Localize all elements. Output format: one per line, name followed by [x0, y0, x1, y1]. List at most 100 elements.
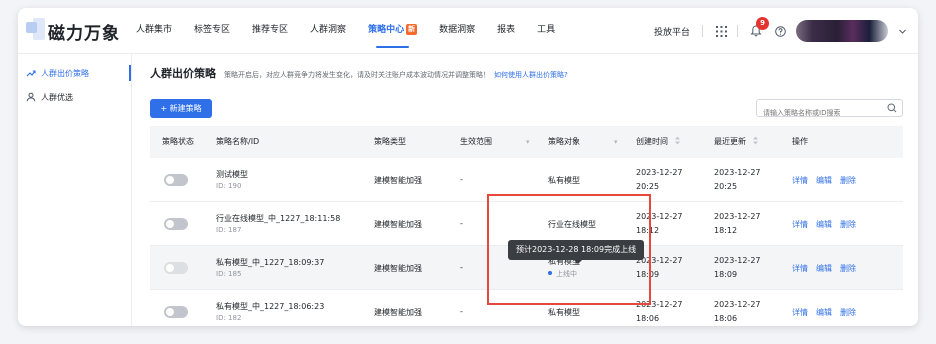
trend-icon	[26, 70, 36, 77]
col-scope: 生效范围	[460, 137, 492, 146]
annotation-highlight-box	[487, 194, 651, 305]
sidebar: 人群出价策略 人群优选	[18, 54, 132, 326]
new-strategy-button[interactable]: + 新建策略	[150, 99, 212, 118]
nav-item-strategy-center[interactable]: 策略中心新	[368, 8, 418, 54]
delete-link[interactable]: 删除	[840, 264, 856, 273]
edit-link[interactable]: 编辑	[816, 308, 832, 317]
created-time: 20:25	[636, 182, 660, 191]
detail-link[interactable]: 详情	[792, 220, 808, 229]
strategy-name: 私有模型_中_1227_18:09:37	[216, 258, 325, 267]
strategy-type: 建模智能加强	[374, 176, 422, 185]
new-badge: 新	[406, 24, 418, 35]
apps-grid-icon[interactable]	[713, 23, 729, 39]
page-description: 策略开启后，对应人群竞争力将发生变化，请及时关注账户成本波动情况并调整策略！	[224, 71, 490, 79]
bell-icon[interactable]: 9	[748, 17, 769, 39]
sidebar-item-crowd-optimize[interactable]: 人群优选	[18, 86, 131, 108]
col-object: 策略对象	[548, 137, 580, 146]
strategy-name: 测试模型	[216, 170, 248, 179]
row-actions: 详情 编辑 删除	[792, 307, 864, 318]
updated-date: 2023-12-27	[714, 256, 761, 265]
page-header: 人群出价策略 策略开启后，对应人群竞争力将发生变化，请及时关注账户成本波动情况并…	[150, 65, 568, 81]
edit-link[interactable]: 编辑	[816, 264, 832, 273]
page-title: 人群出价策略	[150, 67, 216, 80]
edit-link[interactable]: 编辑	[816, 176, 832, 185]
sort-icon[interactable]	[674, 136, 681, 145]
nav-item-data-insight[interactable]: 数据洞察	[439, 8, 475, 54]
col-created[interactable]: 创建时间	[636, 126, 681, 158]
edit-link[interactable]: 编辑	[816, 220, 832, 229]
strategy-type: 建模智能加强	[374, 264, 422, 273]
updated-date: 2023-12-27	[714, 168, 761, 177]
logo[interactable]: 磁力万象	[26, 18, 120, 44]
sort-icon[interactable]	[752, 136, 759, 145]
sidebar-item-label: 人群出价策略	[41, 68, 89, 78]
sidebar-item-label: 人群优选	[41, 92, 73, 102]
nav-item-crowd-insight[interactable]: 人群洞察	[310, 8, 346, 54]
row-actions: 详情 编辑 删除	[792, 175, 864, 186]
created-date: 2023-12-27	[636, 168, 683, 177]
strategy-name: 私有模型_中_1227_18:06:23	[216, 302, 325, 311]
created-time: 18:06	[636, 314, 660, 323]
updated-time: 18:06	[714, 314, 738, 323]
user-avatar[interactable]	[796, 20, 888, 42]
updated-date: 2023-12-27	[714, 212, 761, 221]
chevron-down-icon[interactable]	[894, 23, 910, 39]
col-name: 策略名称/ID	[216, 137, 260, 146]
delete-link[interactable]: 删除	[840, 308, 856, 317]
strategy-name: 行业在线模型_中_1227_18:11:58	[216, 214, 341, 223]
col-type: 策略类型	[374, 137, 406, 146]
search-icon[interactable]	[887, 103, 897, 113]
strategy-id: ID: 185	[216, 270, 242, 278]
status-toggle[interactable]	[164, 262, 188, 274]
detail-link[interactable]: 详情	[792, 264, 808, 273]
divider	[737, 25, 738, 37]
strategy-scope: -	[460, 263, 463, 272]
help-icon[interactable]	[772, 23, 788, 39]
help-link[interactable]: 如何使用人群出价策略?	[494, 70, 568, 80]
strategy-object: 私有模型	[548, 308, 580, 317]
col-updated[interactable]: 最近更新	[714, 126, 759, 158]
col-updated-label: 最近更新	[714, 137, 746, 146]
nav-right: 投放平台 9	[654, 8, 918, 54]
updated-time: 18:09	[714, 270, 738, 279]
delete-link[interactable]: 删除	[840, 176, 856, 185]
strategy-scope: -	[460, 307, 463, 316]
strategy-type: 建模智能加强	[374, 220, 422, 229]
status-toggle[interactable]	[164, 174, 188, 186]
status-toggle[interactable]	[164, 218, 188, 230]
ad-platform-link[interactable]: 投放平台	[654, 25, 690, 38]
nav-item-tag-zone[interactable]: 标签专区	[194, 8, 230, 54]
people-icon	[26, 92, 36, 102]
strategy-id: ID: 182	[216, 314, 242, 322]
nav-menu: 人群集市 标签专区 推荐专区 人群洞察 策略中心新 数据洞察 报表 工具	[136, 8, 577, 54]
strategy-id: ID: 190	[216, 182, 242, 190]
divider	[702, 25, 703, 37]
delete-link[interactable]: 删除	[840, 220, 856, 229]
col-status: 策略状态	[162, 137, 194, 146]
col-ops: 操作	[792, 137, 808, 146]
row-actions: 详情 编辑 删除	[792, 219, 864, 230]
strategy-scope: -	[460, 175, 463, 184]
col-created-label: 创建时间	[636, 137, 668, 146]
nav-item-reports[interactable]: 报表	[497, 8, 515, 54]
status-toggle[interactable]	[164, 306, 188, 318]
strategy-type: 建模智能加强	[374, 308, 422, 317]
search-box[interactable]	[756, 99, 903, 121]
detail-link[interactable]: 详情	[792, 308, 808, 317]
updated-date: 2023-12-27	[714, 300, 761, 309]
row-actions: 详情 编辑 删除	[792, 263, 864, 274]
nav-item-crowd-market[interactable]: 人群集市	[136, 8, 172, 54]
strategy-id: ID: 187	[216, 226, 242, 234]
strategy-object: 私有模型	[548, 176, 580, 185]
search-input[interactable]	[757, 105, 877, 121]
nav-item-tools[interactable]: 工具	[537, 8, 555, 54]
logo-icon	[26, 18, 46, 44]
sidebar-item-crowd-bid-strategy[interactable]: 人群出价策略	[18, 62, 131, 84]
filter-icon[interactable]: ▾	[526, 126, 530, 158]
nav-item-recommend-zone[interactable]: 推荐专区	[252, 8, 288, 54]
filter-icon[interactable]: ▾	[614, 126, 618, 158]
nav-item-label: 策略中心	[368, 25, 405, 35]
logo-text: 磁力万象	[48, 23, 120, 44]
strategy-scope: -	[460, 219, 463, 228]
detail-link[interactable]: 详情	[792, 176, 808, 185]
